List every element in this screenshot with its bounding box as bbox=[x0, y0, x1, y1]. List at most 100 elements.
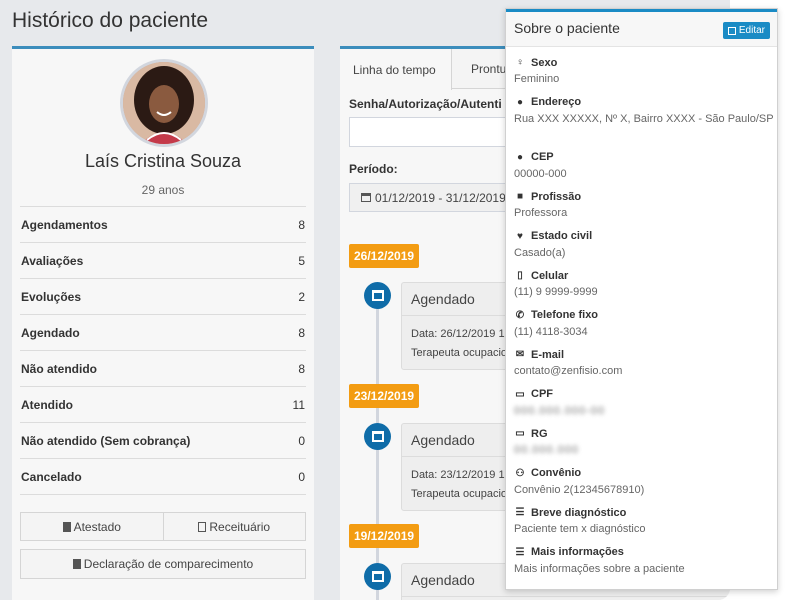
receituario-button[interactable]: Receituário bbox=[163, 512, 306, 541]
field-label: E-mail bbox=[531, 348, 565, 361]
field-mais-informacoes: ☰ Mais informações Mais informações sobre… bbox=[514, 544, 774, 584]
edit-icon bbox=[727, 26, 736, 35]
calendar-icon bbox=[364, 563, 391, 590]
field-label: Estado civil bbox=[531, 230, 593, 242]
stat-label: Agendamentos bbox=[21, 217, 108, 232]
field-label: RG bbox=[531, 427, 548, 440]
heart-icon: ♥ bbox=[517, 230, 523, 242]
atestado-label: Atestado bbox=[73, 519, 121, 534]
declaracao-label: Declaração de comparecimento bbox=[83, 557, 254, 571]
stats-list: Agendamentos 8 Avaliações 5 Evoluções 2 Age… bbox=[20, 206, 306, 495]
timeline-date-badge: 26/12/2019 bbox=[349, 244, 420, 268]
field-convenio: ⚇ Convênio Convênio 2(12345678910) bbox=[514, 465, 774, 505]
file-text-icon bbox=[198, 521, 207, 532]
field-value: Rua XXX XXXXX, Nº X, Bairro XXXX - São P… bbox=[514, 112, 774, 125]
timeline-date-badge: 19/12/2019 bbox=[349, 524, 420, 548]
stat-row: Não atendido (Sem cobrança) 0 bbox=[20, 423, 306, 459]
stat-value: 0 bbox=[298, 433, 305, 448]
field-cpf: ▭ CPF 000.000.000-00 bbox=[514, 386, 774, 426]
popover-body: ♀ Sexo Feminino ● Endereço Rua XXX XXXXX, … bbox=[514, 54, 774, 583]
field-profissao: ■ Profissão Professora bbox=[514, 188, 774, 228]
field-label: Profissão bbox=[531, 190, 582, 203]
field-label: Breve diagnóstico bbox=[531, 506, 627, 519]
atestado-button[interactable]: Atestado bbox=[20, 512, 164, 541]
field-telefone: ✆ Telefone fixo (11) 4118-3034 bbox=[514, 307, 774, 347]
edit-label: Editar bbox=[738, 25, 765, 36]
field-label: Celular bbox=[531, 269, 569, 282]
list-icon: ☰ bbox=[515, 546, 525, 558]
file-icon bbox=[62, 521, 71, 532]
field-label: Endereço bbox=[531, 96, 582, 108]
timeline-date-badge: 23/12/2019 bbox=[349, 384, 420, 408]
field-value: Convênio 2(12345678910) bbox=[514, 483, 645, 496]
stat-label: Evoluções bbox=[21, 289, 82, 304]
tab-linha-do-tempo[interactable]: Linha do tempo bbox=[340, 49, 452, 90]
calendar-icon bbox=[364, 423, 391, 450]
patient-info-popover: Sobre o paciente Editar ♀ Sexo Feminino ●… bbox=[505, 8, 778, 590]
credit-card-icon: ▭ bbox=[515, 428, 525, 439]
stat-value: 5 bbox=[298, 253, 305, 268]
mobile-icon: ▯ bbox=[517, 270, 523, 281]
field-breve-diagnostico: ☰ Breve diagnóstico Paciente tem x diagnó… bbox=[514, 504, 774, 544]
stat-label: Não atendido bbox=[21, 361, 98, 376]
stat-row: Evoluções 2 bbox=[20, 279, 306, 315]
field-value: 00000-000 bbox=[514, 167, 567, 180]
patient-age: 29 anos bbox=[141, 183, 185, 197]
periodo-value: 01/12/2019 - 31/12/2019 bbox=[375, 190, 506, 205]
stat-label: Não atendido (Sem cobrança) bbox=[21, 433, 191, 448]
stat-row: Avaliações 5 bbox=[20, 243, 306, 279]
stat-value: 2 bbox=[298, 289, 305, 304]
field-value: 00.000.000 bbox=[514, 444, 580, 456]
credit-card-icon: ▭ bbox=[515, 388, 525, 400]
field-value: Mais informações sobre a paciente bbox=[514, 562, 685, 575]
patient-profile-card: Laís Cristina Souza 29 anos Agendamentos… bbox=[12, 46, 314, 600]
popover-header: Sobre o paciente Editar bbox=[506, 9, 777, 47]
file-icon bbox=[72, 559, 81, 569]
page-title: Histórico do paciente bbox=[12, 9, 209, 32]
field-label: Telefone fixo bbox=[531, 309, 599, 321]
field-value: (11) 9 9999-9999 bbox=[514, 286, 598, 298]
patient-name: Laís Cristina Souza bbox=[84, 151, 242, 171]
field-celular: ▯ Celular (11) 9 9999-9999 bbox=[514, 267, 774, 307]
field-label: CPF bbox=[531, 388, 553, 400]
declaracao-button[interactable]: Declaração de comparecimento bbox=[20, 549, 306, 579]
map-marker-icon: ● bbox=[516, 96, 524, 108]
field-value: 000.000.000-00 bbox=[514, 404, 606, 417]
field-value: Feminino bbox=[514, 73, 560, 85]
avatar bbox=[120, 59, 208, 147]
field-endereco: ● Endereço Rua XXX XXXXX, Nº X, Bairro XX… bbox=[514, 94, 774, 149]
field-value: (11) 4118-3034 bbox=[514, 325, 588, 338]
stat-label: Atendido bbox=[21, 397, 73, 412]
edit-button[interactable]: Editar bbox=[722, 22, 770, 39]
list-icon: ☰ bbox=[515, 507, 525, 518]
stat-value: 11 bbox=[292, 397, 305, 412]
stat-value: 8 bbox=[298, 361, 305, 376]
field-cep: ● CEP 00000-000 bbox=[514, 149, 774, 189]
map-marker-icon: ● bbox=[516, 151, 524, 163]
periodo-label: Período: bbox=[349, 162, 398, 176]
book-icon: ■ bbox=[516, 191, 524, 202]
calendar-icon bbox=[361, 193, 371, 202]
stat-row: Agendamentos 8 bbox=[20, 207, 306, 243]
phone-icon: ✆ bbox=[515, 309, 525, 321]
envelope-icon: ✉ bbox=[515, 349, 525, 360]
stat-value: 8 bbox=[298, 325, 305, 340]
calendar-icon bbox=[364, 282, 391, 309]
stat-label: Agendado bbox=[21, 325, 80, 340]
field-rg: ▭ RG 00.000.000 bbox=[514, 425, 774, 465]
field-estado-civil: ♥ Estado civil Casado(a) bbox=[514, 228, 774, 268]
popover-title: Sobre o paciente bbox=[514, 20, 620, 36]
field-label: Sexo bbox=[531, 56, 558, 69]
field-sexo: ♀ Sexo Feminino bbox=[514, 54, 774, 94]
gender-icon: ♀ bbox=[516, 57, 524, 68]
stat-label: Avaliações bbox=[21, 253, 84, 268]
document-buttons: Atestado Receituário bbox=[20, 512, 306, 541]
receituario-label: Receituário bbox=[209, 519, 271, 534]
field-label: CEP bbox=[531, 151, 554, 163]
stat-row: Cancelado 0 bbox=[20, 459, 306, 495]
field-value: Professora bbox=[514, 207, 568, 219]
stat-row: Agendado 8 bbox=[20, 315, 306, 351]
stat-value: 0 bbox=[298, 469, 305, 484]
field-value: Paciente tem x diagnóstico bbox=[514, 523, 646, 535]
stat-value: 8 bbox=[298, 217, 305, 232]
